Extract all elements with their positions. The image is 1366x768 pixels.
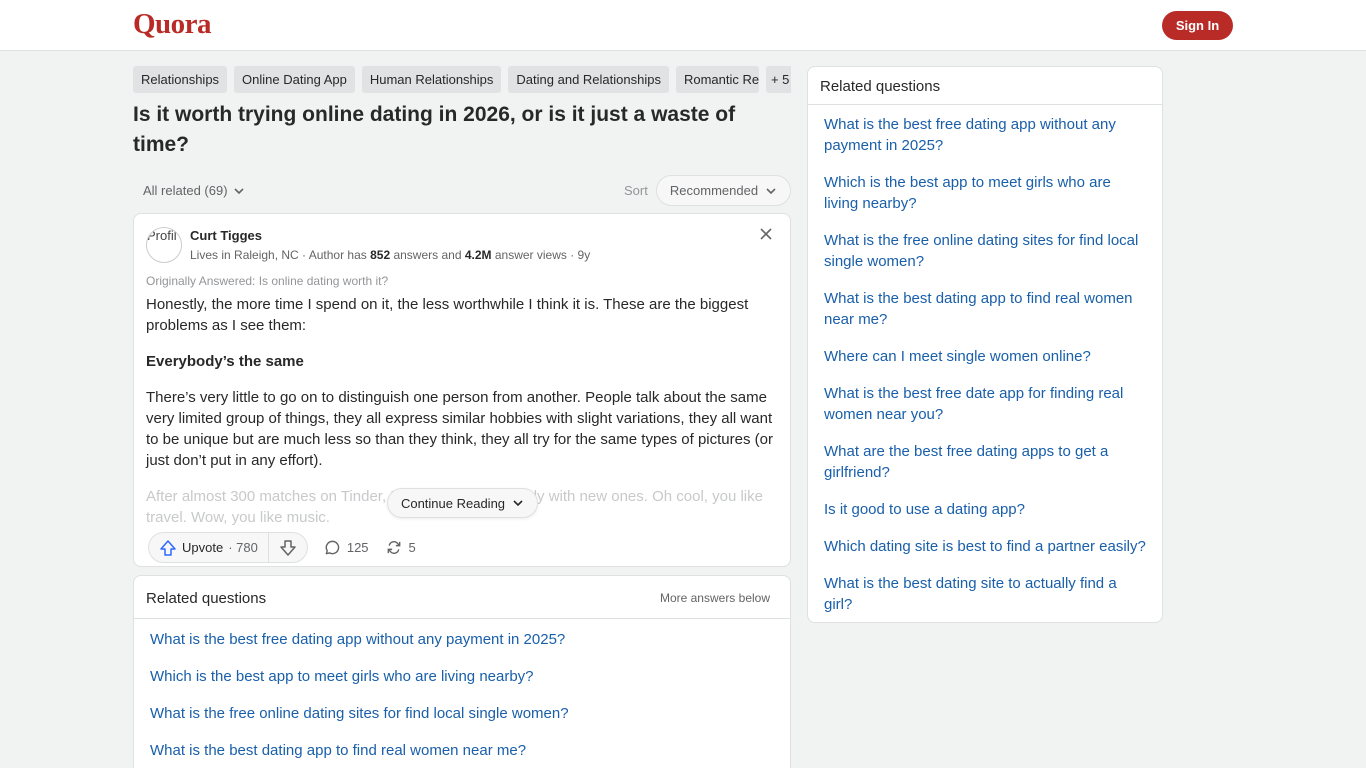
sidebar-question-link[interactable]: Which is the best app to meet girls who … xyxy=(824,172,1146,214)
cred-suffix: answer views · 9y xyxy=(491,248,591,262)
topic-tag[interactable]: Online Dating App xyxy=(234,66,355,93)
related-question-link[interactable]: What is the best free dating app without… xyxy=(150,629,790,650)
sidebar-question-link[interactable]: Is it good to use a dating app? xyxy=(824,499,1146,520)
related-header: Related questions More answers below xyxy=(134,576,790,619)
sidebar-title: Related questions xyxy=(820,78,941,95)
comment-icon xyxy=(325,540,340,555)
question-title: Is it worth trying online dating in 2026… xyxy=(133,103,736,156)
more-topics-button[interactable]: + 5 xyxy=(765,66,791,93)
answer-body: Honestly, the more time I spend on it, t… xyxy=(146,294,778,486)
quora-logo[interactable]: Quora xyxy=(133,8,212,41)
related-question-link[interactable]: What is the free online dating sites for… xyxy=(150,703,790,724)
chevron-down-icon xyxy=(233,187,244,194)
cred-prefix: Lives in Raleigh, NC · Author has xyxy=(190,248,371,262)
sidebar-question-link[interactable]: What is the best dating app to find real… xyxy=(824,288,1146,330)
answers-count: 852 xyxy=(370,248,391,262)
related-title: Related questions xyxy=(146,590,267,607)
originally-answered[interactable]: Originally Answered: Is online dating wo… xyxy=(146,274,388,288)
sort-dropdown[interactable]: Recommended xyxy=(656,175,791,206)
answer-filter-bar: All related (69) Sort Recommended xyxy=(133,175,791,206)
related-question-link[interactable]: What is the best dating app to find real… xyxy=(150,740,790,761)
comment-button[interactable]: 125 xyxy=(324,539,369,556)
sidebar-related-questions: Related questions What is the best free … xyxy=(807,66,1163,623)
author-name[interactable]: Curt Tigges xyxy=(190,228,262,243)
upvote-label: Upvote xyxy=(182,540,224,555)
close-icon xyxy=(760,228,772,240)
sort-label: Sort xyxy=(624,183,648,198)
answer-actions: Upvote · 780 125 5 xyxy=(148,532,416,563)
sidebar-header: Related questions xyxy=(808,67,1162,105)
share-count: 5 xyxy=(408,540,416,555)
topic-tag[interactable]: Relationships xyxy=(133,66,228,93)
all-related-label: All related (69) xyxy=(143,183,228,198)
topic-tag[interactable]: Romantic Re xyxy=(675,66,759,93)
author-credentials: Lives in Raleigh, NC · Author has 852 an… xyxy=(190,248,590,262)
sidebar-question-link[interactable]: What is the best dating site to actually… xyxy=(824,573,1146,615)
chevron-down-icon xyxy=(513,500,523,507)
topic-tag[interactable]: Human Relationships xyxy=(361,66,502,93)
share-button[interactable]: 5 xyxy=(385,539,416,556)
sidebar-question-link[interactable]: Which dating site is best to find a part… xyxy=(824,536,1146,557)
related-questions-feed: Related questions More answers below Wha… xyxy=(133,575,791,768)
sidebar-list: What is the best free dating app without… xyxy=(808,105,1162,615)
sidebar-question-link[interactable]: What is the best free dating app without… xyxy=(824,114,1146,156)
sort-value: Recommended xyxy=(669,183,759,198)
chevron-down-icon xyxy=(766,187,776,194)
close-button[interactable] xyxy=(756,224,776,244)
topic-tags: Relationships Online Dating App Human Re… xyxy=(133,66,791,93)
upvote-count: · 780 xyxy=(228,540,258,555)
topic-tag[interactable]: Dating and Relationships xyxy=(508,66,669,93)
related-list: What is the best free dating app without… xyxy=(134,619,790,761)
more-answers-below: More answers below xyxy=(659,591,770,605)
cred-mid: answers and xyxy=(390,248,465,262)
upvote-button[interactable]: Upvote · 780 xyxy=(149,533,269,562)
continue-reading-button[interactable]: Continue Reading xyxy=(387,488,538,518)
avatar[interactable]: Profil xyxy=(146,227,182,263)
comment-count: 125 xyxy=(346,540,369,555)
answer-heading: Everybody’s the same xyxy=(146,353,304,370)
downvote-button[interactable] xyxy=(269,533,307,562)
downvote-arrow-icon xyxy=(280,539,296,556)
sidebar-question-link[interactable]: Where can I meet single women online? xyxy=(824,346,1146,367)
views-count: 4.2M xyxy=(464,248,492,262)
answer-paragraph: Honestly, the more time I spend on it, t… xyxy=(146,296,749,334)
upvote-arrow-icon xyxy=(160,539,176,556)
sidebar-question-link[interactable]: What is the best free date app for findi… xyxy=(824,383,1146,425)
sign-in-button[interactable]: Sign In xyxy=(1162,11,1233,40)
sidebar-question-link[interactable]: What are the best free dating apps to ge… xyxy=(824,441,1146,483)
vote-group: Upvote · 780 xyxy=(148,532,308,563)
all-related-dropdown[interactable]: All related (69) xyxy=(143,183,245,198)
top-bar: Quora Sign In xyxy=(0,0,1366,51)
answer-card: Profil Curt Tigges Lives in Raleigh, NC … xyxy=(133,213,791,567)
related-question-link[interactable]: Which is the best app to meet girls who … xyxy=(150,666,790,687)
sidebar-question-link[interactable]: What is the free online dating sites for… xyxy=(824,230,1146,272)
continue-reading-label: Continue Reading xyxy=(400,495,506,511)
answer-paragraph: There’s very little to go on to distingu… xyxy=(146,389,773,469)
share-icon xyxy=(387,541,400,554)
